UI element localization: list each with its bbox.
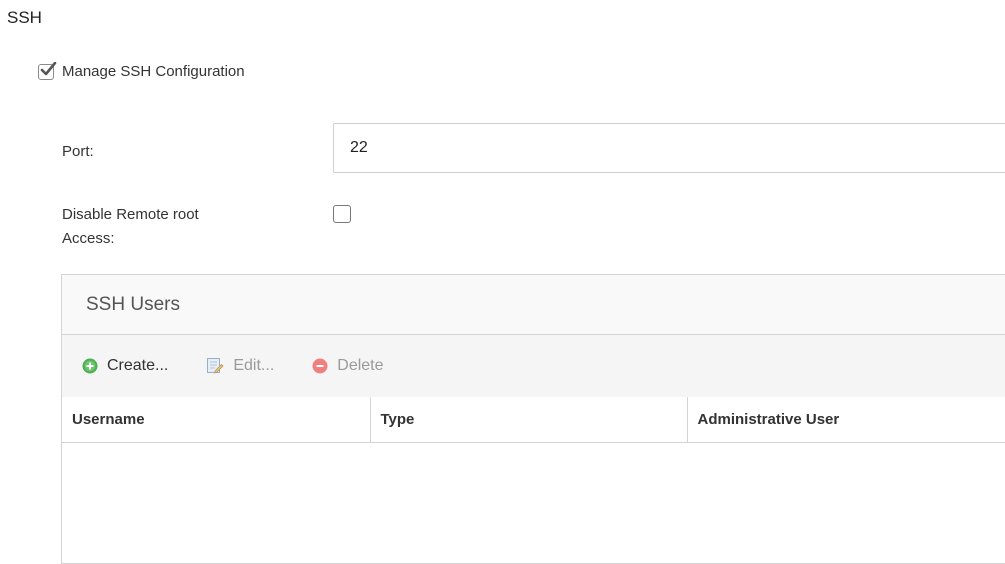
disable-root-label: Disable Remote root Access:	[62, 203, 199, 251]
edit-icon	[207, 358, 224, 374]
section-title: SSH	[7, 8, 42, 27]
delete-button[interactable]: Delete	[312, 357, 384, 375]
add-icon	[82, 358, 98, 374]
create-label: Create...	[107, 357, 169, 374]
ssh-users-toolbar: Create... Edit... Delete	[62, 335, 1005, 397]
manage-ssh-checkbox[interactable]: Manage SSH Configuration	[38, 61, 245, 80]
disable-root-label-line1: Disable Remote root	[62, 206, 199, 223]
create-button[interactable]: Create...	[82, 357, 168, 375]
remove-icon	[312, 358, 328, 374]
port-label: Port:	[62, 143, 94, 160]
column-header-type[interactable]: Type	[370, 397, 688, 443]
edit-label: Edit...	[233, 357, 275, 374]
column-header-username[interactable]: Username	[62, 397, 371, 443]
edit-button[interactable]: Edit...	[206, 357, 274, 375]
ssh-users-table: Username Type Administrative User	[62, 397, 1005, 443]
column-header-administrative-user[interactable]: Administrative User	[687, 397, 1005, 443]
checkbox-checked-icon[interactable]	[38, 61, 57, 80]
port-input[interactable]	[333, 123, 1005, 173]
disable-root-checkbox[interactable]	[333, 205, 351, 223]
ssh-users-title: SSH Users	[62, 275, 1005, 335]
table-header-row: Username Type Administrative User	[62, 397, 1005, 443]
ssh-users-panel: SSH Users Create... Edit... Delete Usern…	[61, 274, 1005, 564]
manage-ssh-label: Manage SSH Configuration	[62, 63, 245, 80]
disable-root-label-line2: Access:	[62, 230, 115, 247]
delete-label: Delete	[337, 357, 384, 374]
